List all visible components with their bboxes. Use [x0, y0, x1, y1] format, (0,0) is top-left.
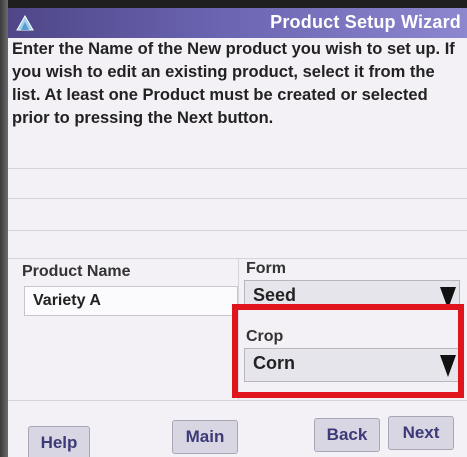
help-button[interactable]: Help [28, 426, 90, 457]
crop-highlight-box [232, 304, 464, 398]
product-logo-icon [16, 14, 34, 31]
instructions-text: Enter the Name of the New product you wi… [12, 40, 455, 127]
wizard-screen: Product Setup Wizard Enter the Name of t… [8, 8, 467, 457]
main-button[interactable]: Main [172, 420, 238, 454]
row-divider [8, 168, 467, 169]
back-button[interactable]: Back [314, 418, 380, 452]
product-name-label: Product Name [22, 263, 131, 280]
row-divider [8, 230, 467, 231]
row-divider [8, 400, 467, 401]
device-bezel-left [0, 0, 8, 457]
title-bar: Product Setup Wizard [8, 8, 467, 38]
form-label: Form [246, 260, 286, 277]
product-name-input[interactable]: Variety A [24, 286, 238, 316]
window-title: Product Setup Wizard [270, 12, 461, 32]
row-divider [8, 198, 467, 199]
next-button[interactable]: Next [388, 416, 454, 450]
device-bezel-top [0, 0, 467, 8]
form-select-value: Seed [253, 285, 297, 305]
